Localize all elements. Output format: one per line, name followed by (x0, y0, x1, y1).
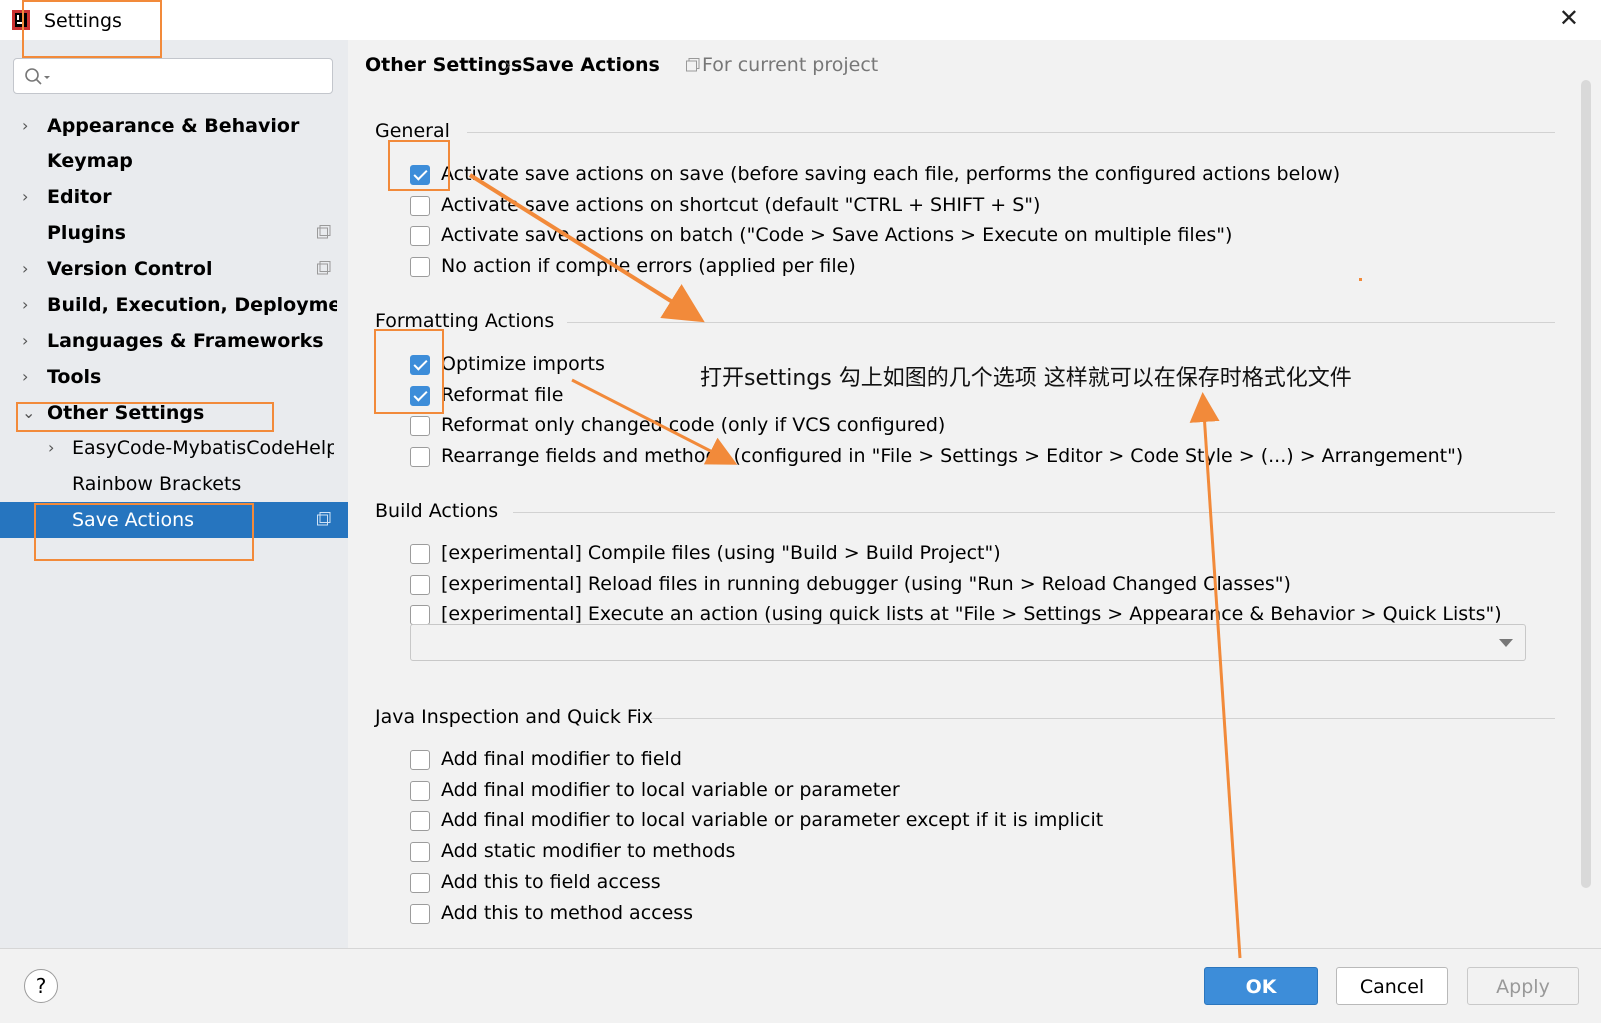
annotation-note: 打开settings 勾上如图的几个选项 这样就可以在保存时格式化文件 (700, 366, 1352, 391)
annotation-arrow-2 (571, 378, 738, 465)
annotation-dot (1359, 278, 1362, 281)
annotation-arrow-3 (1189, 392, 1242, 959)
annotation-arrow-1 (468, 173, 705, 323)
annotation-arrows (468, 173, 1362, 959)
